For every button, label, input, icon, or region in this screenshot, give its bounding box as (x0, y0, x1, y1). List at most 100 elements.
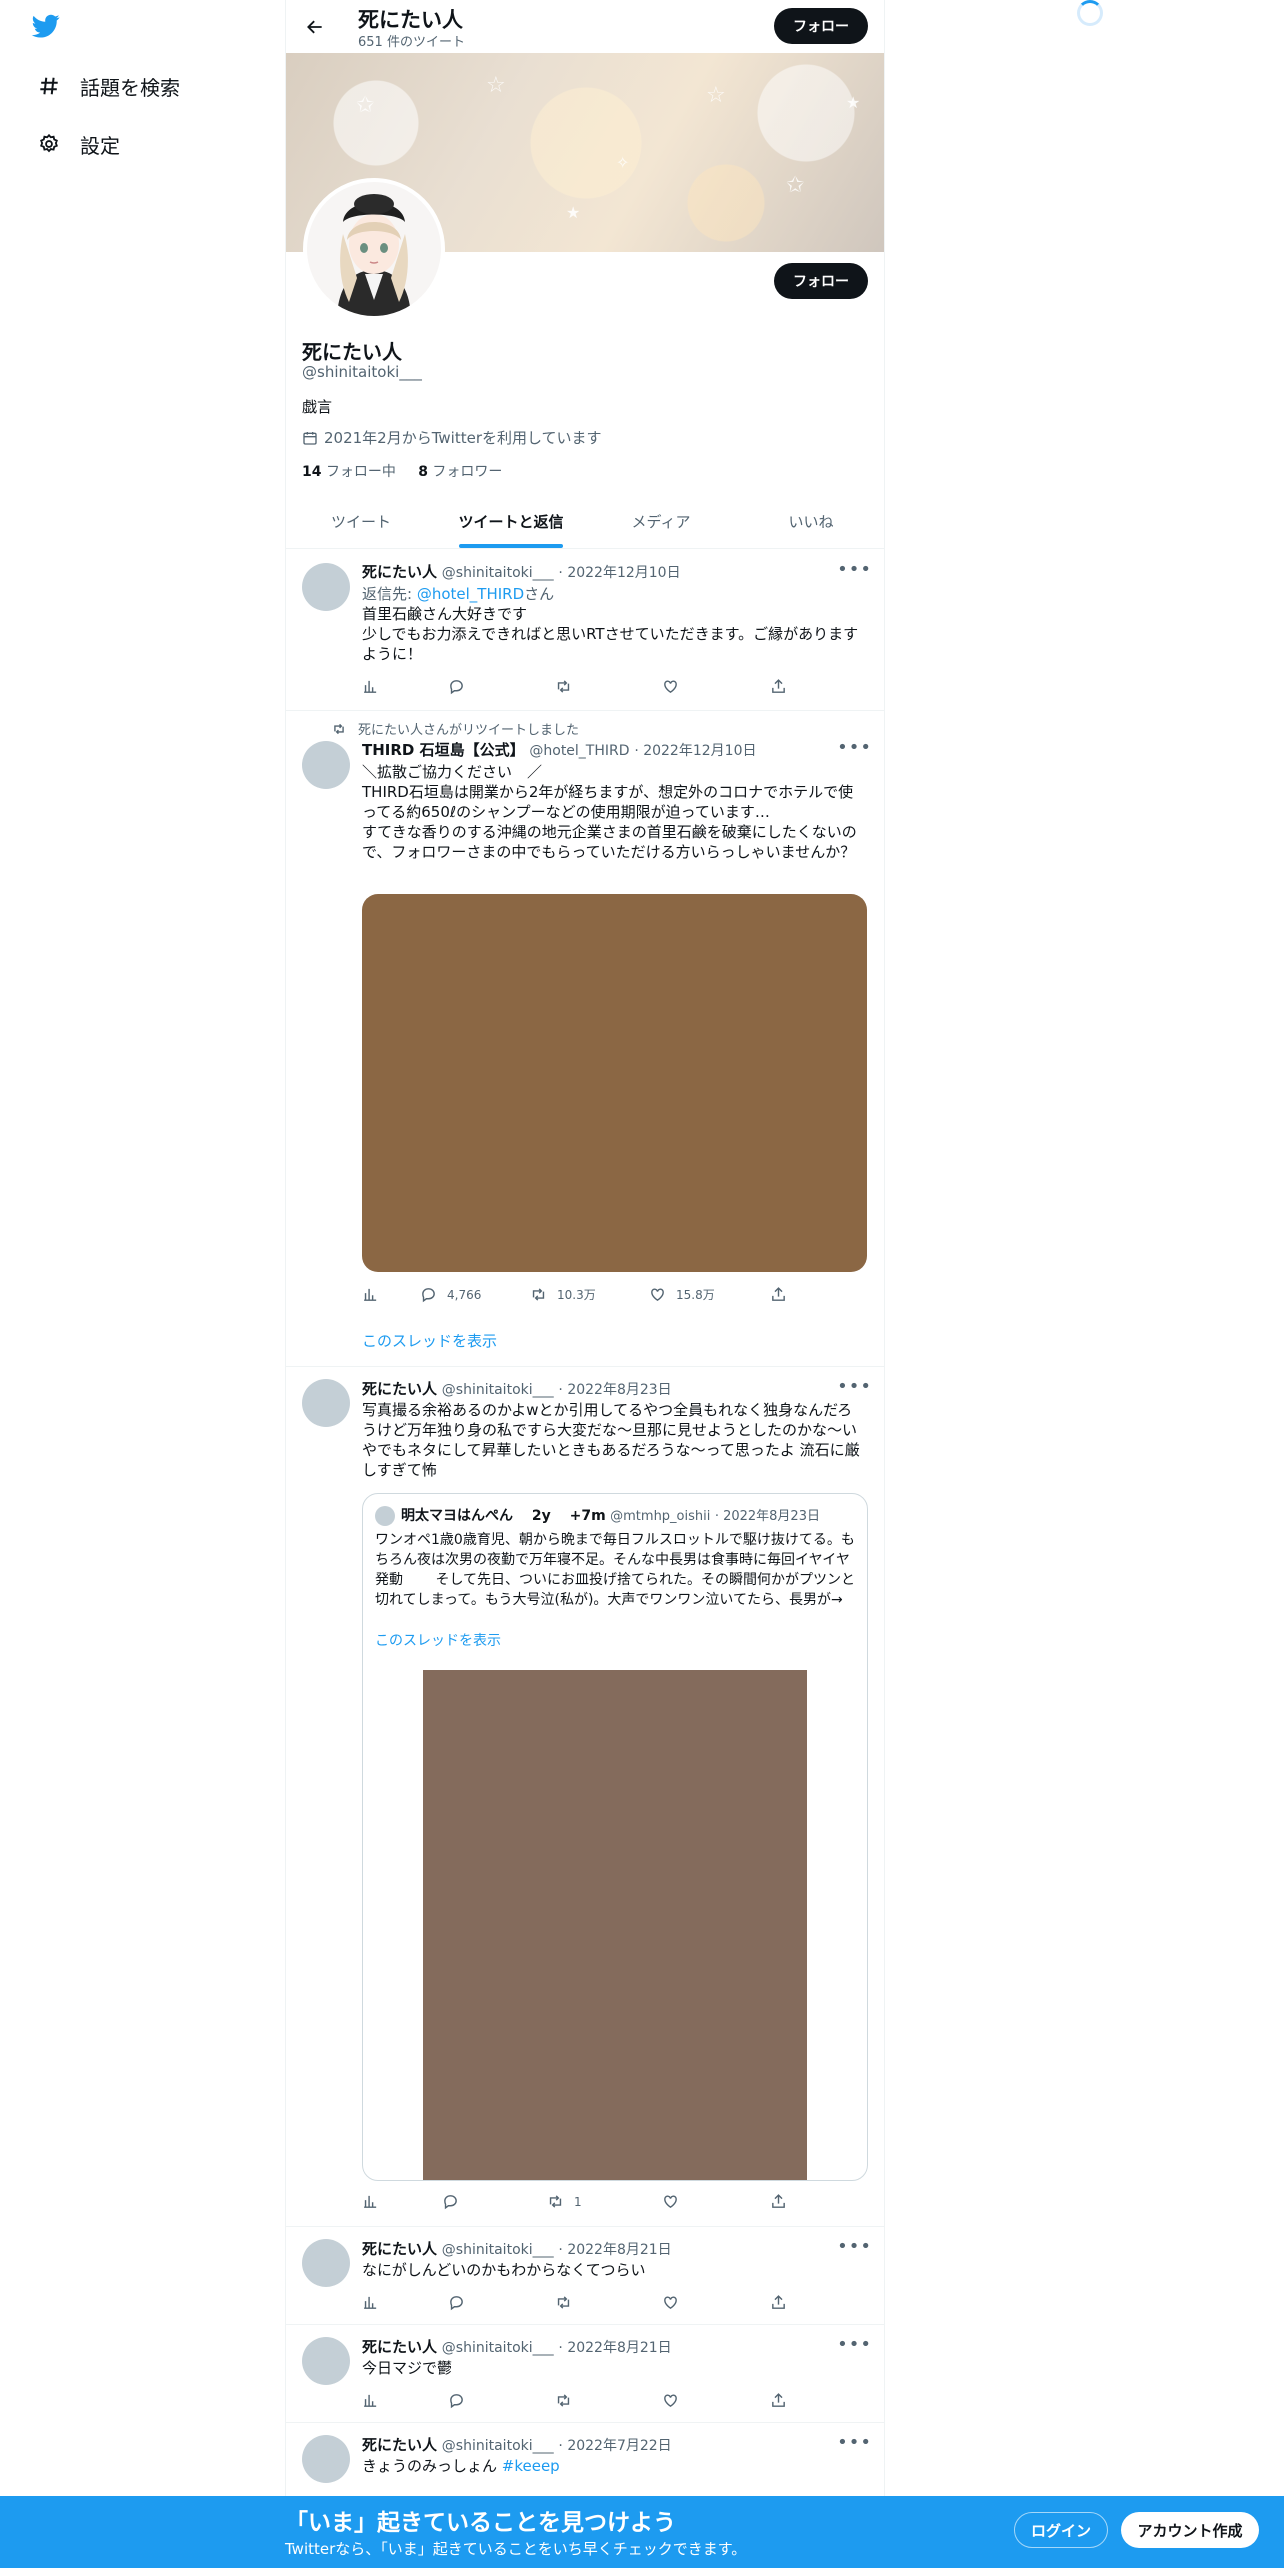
tweet-avatar[interactable] (302, 1379, 350, 1427)
tweet-author-name[interactable]: THIRD 石垣島【公式】 (362, 741, 525, 759)
analytics-icon[interactable] (362, 2294, 379, 2311)
tweet-author-name[interactable]: 死にたい人 (362, 2338, 437, 2356)
login-button[interactable]: ログイン (1014, 2512, 1108, 2548)
twitter-logo-icon[interactable] (30, 12, 66, 44)
quoted-tweet-media-image[interactable] (423, 1670, 807, 2180)
tweet-text-line: すてきな香りのする沖縄の地元企業さまの首里石鹸を破棄にしたくないので、フォロワー… (362, 823, 857, 861)
tweet-text: なにがしんどいのかもわからなくてつらい (362, 2261, 646, 2279)
tweet-author-name[interactable]: 死にたい人 (362, 1380, 437, 1398)
nav-explore[interactable]: 話題を検索 (36, 66, 180, 106)
reply-icon[interactable] (448, 2392, 465, 2409)
retweet-button[interactable]: 10.3万 (530, 1286, 596, 1303)
more-options-icon[interactable]: ••• (837, 737, 872, 758)
more-options-icon[interactable]: ••• (837, 2432, 872, 2453)
tab-likes[interactable]: いいね (736, 495, 884, 548)
tweet-avatar[interactable] (302, 741, 350, 789)
like-icon[interactable] (662, 678, 679, 695)
retweet-icon[interactable] (555, 2294, 572, 2311)
tweet-avatar[interactable] (302, 2239, 350, 2287)
tab-media[interactable]: メディア (586, 495, 736, 548)
tweet-author-name[interactable]: 死にたい人 (362, 2240, 437, 2258)
reply-icon[interactable] (448, 678, 465, 695)
profile-header-bar: 死にたい人 651 件のツイート フォロー (286, 0, 884, 53)
share-icon[interactable] (770, 2392, 787, 2409)
tweet-avatar[interactable] (302, 563, 350, 611)
show-thread-link[interactable]: このスレッドを表示 (362, 1330, 497, 1351)
tweet-author-name[interactable]: 死にたい人 (362, 563, 437, 581)
share-icon[interactable] (770, 678, 787, 695)
tweet[interactable]: 死にたい人さんがリツイートしました THIRD 石垣島【公式】 @hotel_T… (286, 711, 884, 1367)
signup-button[interactable]: アカウント作成 (1121, 2512, 1259, 2548)
tweet-date[interactable]: · 2022年12月10日 (634, 743, 756, 759)
quoted-tweet-avatar[interactable] (375, 1506, 395, 1526)
reply-suffix: さん (524, 585, 555, 603)
login-prompt-bar: 「いま」起きていることを見つけよう Twitterなら、「いま」起きていることを… (0, 2496, 1284, 2568)
reply-icon[interactable] (442, 2193, 459, 2210)
retweet-icon (549, 2195, 562, 2208)
like-icon[interactable] (662, 2392, 679, 2409)
analytics-icon[interactable] (362, 678, 379, 695)
left-navigation: 話題を検索 設定 (0, 0, 285, 2568)
tweet[interactable]: 死にたい人 @shinitaitoki___ · 2022年8月21日 ••• … (286, 2325, 884, 2423)
tweet-header: 死にたい人 @shinitaitoki___ · 2022年8月21日 (362, 2238, 672, 2259)
tweet-author-handle[interactable]: @shinitaitoki___ (442, 1382, 554, 1398)
header-follow-button[interactable]: フォロー (774, 8, 868, 44)
reply-button[interactable]: 4,766 (420, 1286, 481, 1303)
reply-icon[interactable] (448, 2294, 465, 2311)
like-icon[interactable] (662, 2294, 679, 2311)
quoted-show-thread-link[interactable]: このスレッドを表示 (375, 1630, 501, 1650)
back-arrow-icon[interactable] (298, 10, 332, 44)
tweet-author-handle[interactable]: @shinitaitoki___ (442, 565, 554, 581)
tweet-date[interactable]: · 2022年8月21日 (558, 2340, 671, 2356)
more-options-icon[interactable]: ••• (837, 559, 872, 580)
quoted-tweet[interactable]: 明太マヨはんぺん 2y +7m @mtmhp_oishii · 2022年8月2… (362, 1493, 868, 2181)
loading-spinner-icon (1077, 0, 1103, 26)
like-icon[interactable] (662, 2193, 679, 2210)
more-options-icon[interactable]: ••• (837, 1376, 872, 1397)
tweet-text-line: ＼拡散ご協力ください ／ (362, 763, 543, 781)
retweet-icon[interactable] (555, 678, 572, 695)
retweet-icon[interactable] (555, 2392, 572, 2409)
tweet-header: 死にたい人 @shinitaitoki___ · 2022年12月10日 (362, 561, 681, 582)
followers-count: 8 (418, 464, 428, 480)
tweet-author-handle[interactable]: @shinitaitoki___ (442, 2438, 554, 2454)
tweet[interactable]: 死にたい人 @shinitaitoki___ · 2022年12月10日 •••… (286, 549, 884, 711)
nav-settings[interactable]: 設定 (36, 124, 120, 164)
tweet-media-image[interactable] (362, 894, 867, 1272)
reply-to-handle[interactable]: @hotel_THIRD (417, 585, 524, 603)
nav-settings-label: 設定 (80, 133, 120, 158)
tweet-avatar[interactable] (302, 2337, 350, 2385)
profile-follow-button[interactable]: フォロー (774, 263, 868, 299)
tweet-date[interactable]: · 2022年12月10日 (558, 565, 680, 581)
tweet[interactable]: 死にたい人 @shinitaitoki___ · 2022年8月23日 ••• … (286, 1367, 884, 2227)
share-icon[interactable] (770, 2193, 787, 2210)
followers-link[interactable]: 8 フォロワー (418, 464, 502, 480)
more-options-icon[interactable]: ••• (837, 2236, 872, 2257)
tweet-avatar[interactable] (302, 2435, 350, 2483)
profile-avatar[interactable] (303, 178, 445, 320)
share-icon[interactable] (770, 2294, 787, 2311)
analytics-icon[interactable] (362, 2193, 379, 2210)
tab-tweets-and-replies[interactable]: ツイートと返信 (436, 495, 586, 548)
tweet-author-handle[interactable]: @hotel_THIRD (529, 743, 629, 759)
tweet-date[interactable]: · 2022年8月21日 (558, 2242, 671, 2258)
analytics-icon[interactable] (362, 1286, 379, 1303)
share-icon[interactable] (770, 1286, 787, 1303)
profile-joined: 2021年2月からTwitterを利用しています (302, 427, 602, 448)
tweet-author-handle[interactable]: @shinitaitoki___ (442, 2340, 554, 2356)
retweet-button[interactable]: 1 (547, 2193, 582, 2210)
profile-column: 死にたい人 651 件のツイート フォロー ✩ ☆ ★ ✧ ☆ ✩ ★ フォロー… (285, 0, 885, 2568)
tweet-author-handle[interactable]: @shinitaitoki___ (442, 2242, 554, 2258)
following-link[interactable]: 14 フォロー中 (302, 464, 396, 480)
hashtag-link[interactable]: #keeep (502, 2457, 560, 2475)
analytics-icon[interactable] (362, 2392, 379, 2409)
tweet[interactable]: 死にたい人 @shinitaitoki___ · 2022年8月21日 ••• … (286, 2227, 884, 2325)
like-button[interactable]: 15.8万 (649, 1286, 715, 1303)
tweet-date[interactable]: · 2022年8月23日 (558, 1382, 671, 1398)
retweet-label[interactable]: 死にたい人さんがリツイートしました (358, 719, 579, 738)
tab-tweets[interactable]: ツイート (286, 495, 436, 548)
tweet-author-name[interactable]: 死にたい人 (362, 2436, 437, 2454)
more-options-icon[interactable]: ••• (837, 2334, 872, 2355)
tweet-date[interactable]: · 2022年7月22日 (558, 2438, 671, 2454)
reply-prefix: 返信先: (362, 585, 417, 603)
